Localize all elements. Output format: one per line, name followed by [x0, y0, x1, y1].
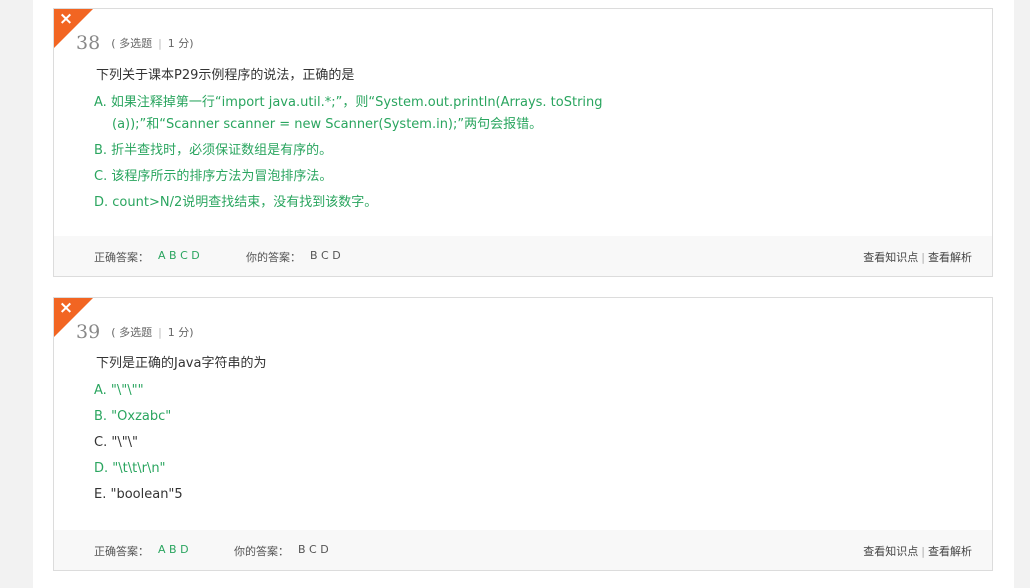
question-card-38: × 38 ( 多选题 | 1 分) 下列关于课本P29示例程序的说法，正确的是 A.… — [53, 8, 993, 277]
view-knowledge-link[interactable]: 查看知识点 — [863, 545, 918, 558]
correct-answer-value: A B D — [158, 543, 189, 556]
option-a: A. "\"\"" — [94, 383, 144, 398]
question-type: 多选题 — [119, 37, 153, 50]
correct-answer-label: 正确答案： — [94, 545, 149, 558]
question-type: 多选题 — [119, 326, 153, 339]
question-score: 1 — [167, 326, 175, 339]
question-score: 1 — [167, 37, 175, 50]
your-answer-label: 你的答案： — [234, 545, 289, 558]
answer-footer: 正确答案： A B D 你的答案： B C D 查看知识点 | 查看解析 — [54, 530, 992, 570]
page-content: × 38 ( 多选题 | 1 分) 下列关于课本P29示例程序的说法，正确的是 A.… — [33, 0, 1014, 588]
score-unit: 分 — [178, 326, 190, 339]
score-unit: 分 — [178, 37, 190, 50]
your-answer-value: B C D — [310, 249, 341, 262]
question-number: 39 — [76, 321, 101, 343]
wrong-mark-icon: × — [58, 9, 74, 29]
option-d: D. "\t\t\r\n" — [94, 461, 166, 476]
question-meta: ( 多选题 | 1 分) — [111, 37, 194, 50]
question-header: 38 ( 多选题 | 1 分) — [76, 32, 194, 56]
correct-answer-label: 正确答案： — [94, 251, 149, 264]
question-number: 38 — [76, 32, 101, 54]
option-e: E. "boolean"5 — [94, 487, 183, 502]
option-a: A. 如果注释掉第一行“import java.util.*;”，则“Syste… — [94, 95, 603, 132]
question-card-39: × 39 ( 多选题 | 1 分) 下列是正确的Java字符串的为 A. "\"\"… — [53, 297, 993, 571]
your-answer-label: 你的答案： — [246, 251, 301, 264]
footer-links: 查看知识点 | 查看解析 — [863, 545, 972, 558]
option-b: B. "Oxzabc" — [94, 409, 172, 424]
correct-answer-value: A B C D — [158, 249, 200, 262]
footer-links: 查看知识点 | 查看解析 — [863, 251, 972, 264]
question-meta: ( 多选题 | 1 分) — [111, 326, 194, 339]
view-knowledge-link[interactable]: 查看知识点 — [863, 251, 918, 264]
answer-footer: 正确答案： A B C D 你的答案： B C D 查看知识点 | 查看解析 — [54, 236, 992, 276]
question-stem: 下列是正确的Java字符串的为 — [96, 356, 267, 371]
question-stem: 下列关于课本P29示例程序的说法，正确的是 — [96, 68, 355, 83]
wrong-mark-icon: × — [58, 298, 74, 318]
option-d: D. count>N/2说明查找结束，没有找到该数字。 — [94, 195, 378, 210]
option-c: C. 该程序所示的排序方法为冒泡排序法。 — [94, 169, 333, 184]
question-header: 39 ( 多选题 | 1 分) — [76, 321, 194, 345]
view-analysis-link[interactable]: 查看解析 — [928, 545, 972, 558]
option-c: C. "\"\" — [94, 435, 139, 450]
option-list: A. "\"\"" B. "Oxzabc" C. "\"\" D. "\t\t\… — [94, 380, 952, 510]
option-b: B. 折半查找时，必须保证数组是有序的。 — [94, 143, 333, 158]
option-list: A. 如果注释掉第一行“import java.util.*;”，则“Syste… — [94, 92, 952, 218]
your-answer-value: B C D — [298, 543, 329, 556]
view-analysis-link[interactable]: 查看解析 — [928, 251, 972, 264]
